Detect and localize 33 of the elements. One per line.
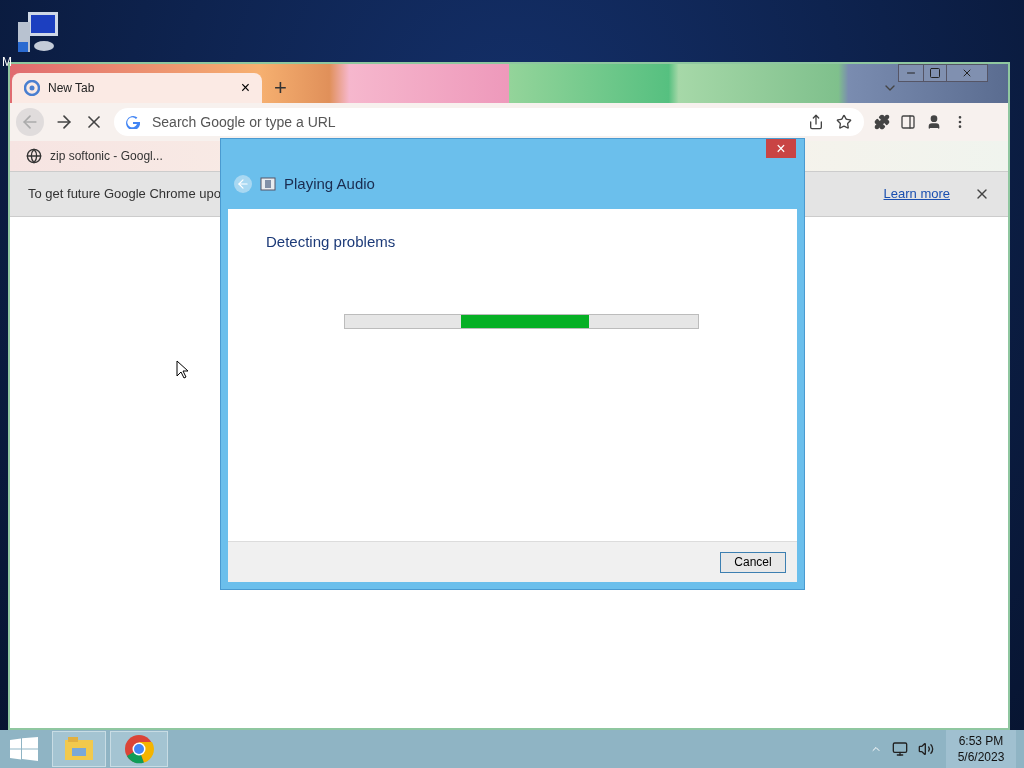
tab-title: New Tab	[48, 80, 96, 97]
chrome-icon	[24, 80, 40, 96]
network-icon[interactable]	[892, 741, 908, 757]
cancel-button[interactable]: Cancel	[720, 551, 786, 573]
status-heading: Detecting problems	[266, 232, 397, 252]
desktop-icon-label: M	[2, 56, 12, 68]
bookmark-label: zip softonic - Googl...	[50, 148, 163, 165]
document-icon	[260, 177, 276, 191]
share-icon[interactable]	[808, 114, 824, 130]
folder-icon	[64, 736, 94, 762]
learn-more-link[interactable]: Learn more	[883, 184, 950, 204]
bookmark-star-icon[interactable]	[836, 114, 852, 130]
mouse-cursor-icon	[176, 360, 188, 379]
maximize-button[interactable]	[923, 65, 947, 81]
address-bar[interactable]: Search Google or type a URL	[114, 108, 864, 136]
bookmark-item[interactable]: zip softonic - Googl...	[26, 147, 163, 165]
tab-close-button[interactable]: ×	[240, 80, 250, 96]
maximize-icon	[929, 67, 941, 79]
chrome-icon	[124, 734, 154, 764]
google-icon	[126, 115, 140, 129]
close-icon	[961, 67, 973, 79]
globe-icon	[26, 148, 42, 164]
profile-icon[interactable]	[926, 114, 942, 130]
chrome-taskbar-button[interactable]	[110, 731, 168, 767]
browser-tab[interactable]: New Tab ×	[12, 73, 262, 103]
infobar-message: To get future Google Chrome upo	[28, 185, 221, 204]
dialog-close-button[interactable]: ×	[766, 139, 796, 158]
clock[interactable]: 6:53 PM 5/6/2023	[946, 730, 1016, 768]
windows-start-icon[interactable]	[10, 737, 38, 761]
new-tab-button[interactable]: +	[274, 77, 287, 99]
extensions-icon[interactable]	[874, 114, 890, 130]
dialog-title: Playing Audio	[284, 173, 375, 194]
side-panel-icon[interactable]	[900, 114, 916, 130]
